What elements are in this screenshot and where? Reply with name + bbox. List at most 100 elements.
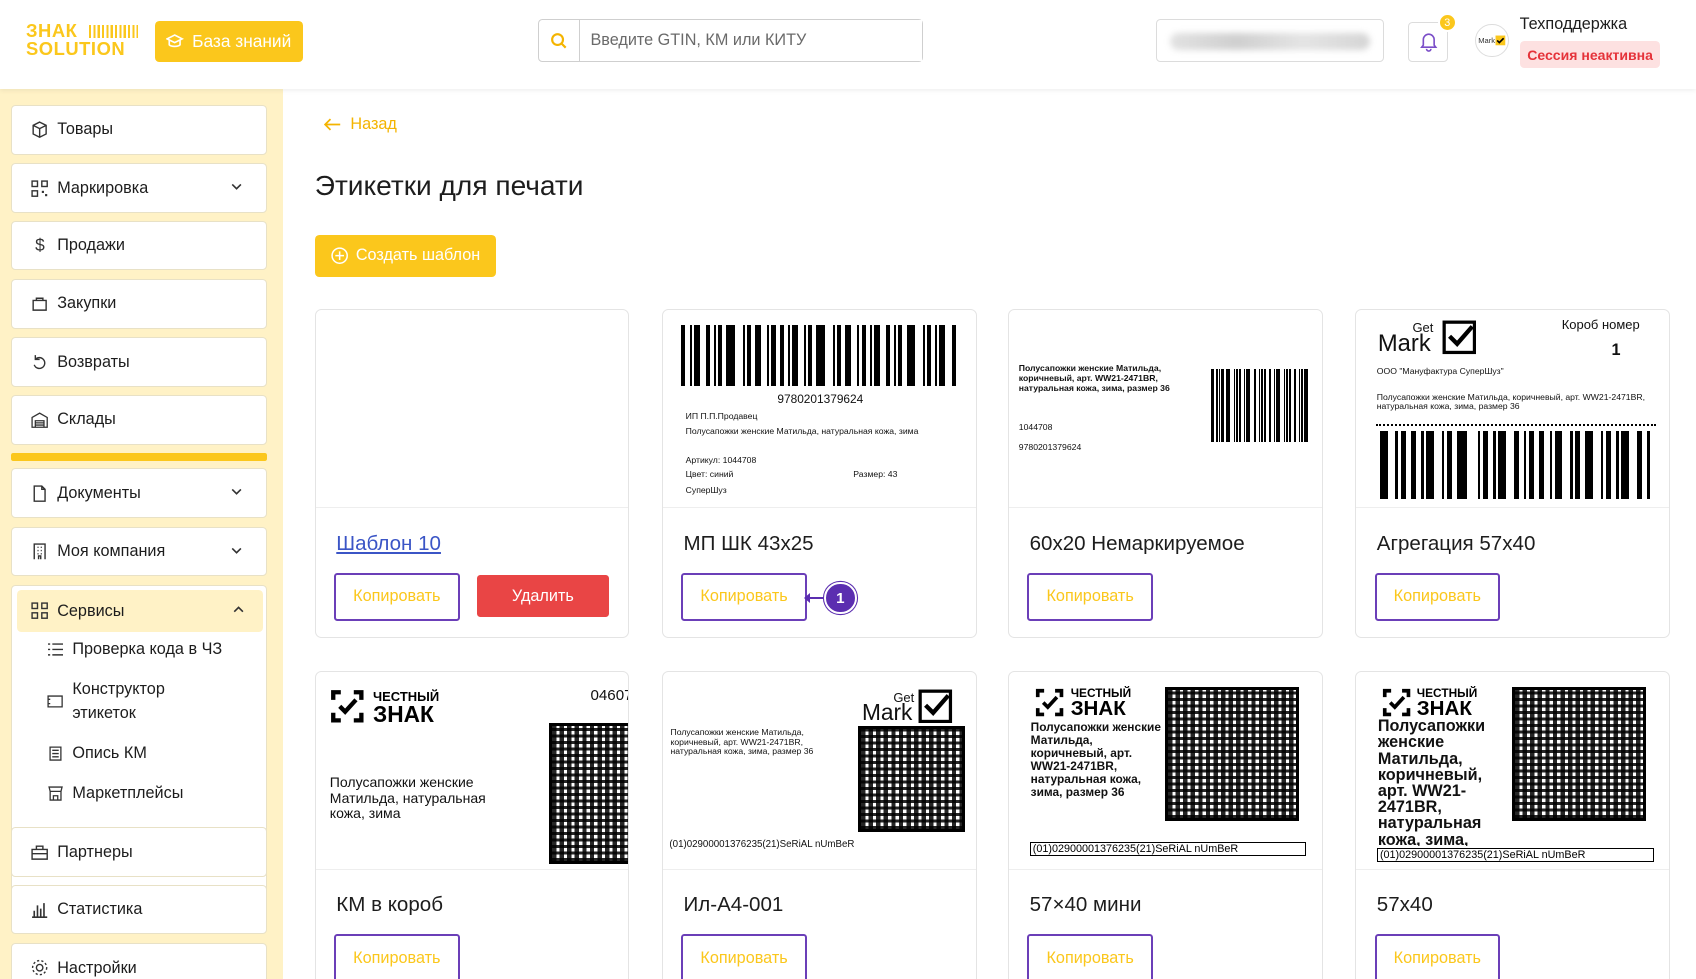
barcode-bar (1236, 368, 1238, 443)
step-marker: 1 (824, 581, 857, 615)
template-name: КМ в короб (336, 893, 443, 917)
template-preview[interactable]: ЧЕСТНЫЙ ЗНАК Полусапожки женские Матильд… (1009, 672, 1322, 870)
back-link[interactable]: Назад (324, 115, 397, 134)
blurred-organization-name (1170, 33, 1371, 50)
preview-product: Полусапожки женские Матильда, натуральна… (329, 774, 486, 821)
copy-button[interactable]: Копировать (334, 573, 460, 621)
template-card: ЧЕСТНЫЙ ЗНАК Полусапожки женские Матильд… (1355, 670, 1670, 979)
barcode-bar (1263, 368, 1267, 443)
barcode-bar (1226, 368, 1231, 443)
template-card: 9780201379624 ИП П.П.Продавец Полусапожк… (661, 309, 977, 639)
getmark-check-icon (918, 689, 953, 723)
search-icon[interactable] (539, 20, 580, 61)
barcode-bar (906, 325, 915, 387)
copy-button[interactable]: Копировать (334, 934, 460, 979)
template-name: 57x40 (1376, 893, 1433, 917)
barcode-bar (1441, 431, 1445, 499)
sidebar-item-partners[interactable]: Партнеры (10, 827, 268, 878)
template-preview[interactable]: ЧЕСТНЫЙ ЗНАК Полусапожки женские Матильд… (1356, 672, 1669, 870)
notifications-button[interactable]: 3 (1408, 12, 1457, 62)
chestny-znak-line2: ЗНАК (1416, 696, 1472, 720)
template-card: Полусапожки женские Матильда, коричневый… (1008, 309, 1323, 639)
barcode-bar (1243, 368, 1246, 443)
sidebar-item-sales[interactable]: $ Продажи (10, 220, 268, 271)
chevron-down-icon (232, 489, 242, 496)
copy-button[interactable]: Копировать (1374, 573, 1501, 621)
template-preview[interactable]: 9780201379624 ИП П.П.Продавец Полусапожк… (662, 310, 976, 509)
sidebar-subitem-code-check[interactable]: Проверка кода в ЧЗ (46, 638, 222, 662)
support-label[interactable]: Техподдержка (1520, 15, 1628, 34)
barcode-bar (1575, 431, 1581, 499)
knowledge-base-button[interactable]: База знаний (154, 20, 303, 62)
sidebar-item-my-company[interactable]: Моя компания (10, 526, 268, 577)
barcode-bar (1268, 368, 1272, 443)
notifications-badge: 3 (1437, 12, 1457, 33)
sidebar-item-statistics[interactable]: Статистика (10, 884, 268, 935)
barcode-bar (1293, 368, 1297, 443)
sidebar-subitem-label: Проверка кода в ЧЗ (72, 640, 223, 659)
barcode-bar (845, 325, 852, 387)
chestny-znak-logo-icon (1035, 688, 1064, 717)
chevron-up-icon (234, 606, 244, 613)
sidebar-item-label: Настройки (57, 958, 137, 977)
template-name-link[interactable]: Шаблон 10 (336, 532, 441, 556)
barcode-bar (1303, 368, 1308, 443)
box-number-label: Короб номер (1561, 316, 1640, 332)
sidebar-item-label: Закупки (57, 294, 117, 313)
barcode-bar (1523, 431, 1527, 499)
template-preview[interactable]: Get Mark Короб номер 1 ООО "Мануфактура … (1356, 310, 1669, 509)
barcode-bar (1426, 431, 1434, 499)
preview-product: Полусапожки женские Матильда, коричневый… (1376, 391, 1646, 412)
template-preview-empty[interactable] (315, 310, 629, 509)
datamatrix-code (1511, 686, 1647, 821)
barcode-bar (1554, 431, 1563, 499)
sidebar-item-documents[interactable]: Документы (10, 468, 268, 519)
sidebar-subitem-marketplaces[interactable]: Маркетплейсы (46, 782, 183, 806)
sidebar-subitem-label-constructor[interactable]: Конструктор этикеток (46, 678, 187, 726)
sidebar-item-purchases[interactable]: Закупки (10, 279, 268, 329)
create-template-button[interactable]: Создать шаблон (314, 234, 497, 277)
barcode-bar (1276, 368, 1281, 443)
preview-article: 1044708 (1018, 421, 1053, 432)
delete-button[interactable]: Удалить (476, 575, 609, 618)
barcode-bar (1493, 431, 1496, 499)
sidebar-item-products[interactable]: Товары (10, 104, 268, 155)
sidebar-item-settings[interactable]: Настройки (10, 943, 268, 979)
sidebar-item-label: Документы (57, 483, 141, 502)
store-icon (46, 782, 63, 806)
copy-button[interactable]: Копировать (1374, 934, 1501, 979)
copy-button[interactable]: Копировать (1027, 573, 1153, 621)
barcode-bar (693, 325, 700, 387)
barcode-bar (1498, 431, 1506, 499)
barcode-bar (1457, 431, 1468, 499)
barcode-bar (1238, 368, 1242, 443)
barcode-bar (808, 325, 813, 387)
barcode-bar (1621, 431, 1630, 499)
barcode-bar (1446, 431, 1452, 499)
template-preview[interactable]: ЧЕСТНЫЙ ЗНАК 04607 Полусапожки женские М… (315, 672, 629, 870)
organization-selector[interactable] (1156, 19, 1385, 62)
copy-button[interactable]: Копировать (1027, 934, 1153, 979)
znak-solution-logo[interactable]: ЗНАК SOLUTION (26, 21, 143, 61)
sidebar-subitem-km-inventory[interactable]: Опись КМ (46, 742, 147, 766)
barcode-bar (1211, 368, 1214, 443)
barcode-bar (1395, 431, 1398, 499)
copy-button[interactable]: Копировать (681, 934, 807, 979)
avatar[interactable]: Mark (1475, 23, 1509, 58)
preview-color: Цвет: синий (685, 469, 734, 480)
barcode-bar (869, 325, 872, 387)
avatar-text: Mark (1478, 36, 1496, 46)
sidebar-item-returns[interactable]: Возвраты (10, 337, 268, 388)
template-preview[interactable]: Get Mark Полусапожки женские Матильда, к… (662, 672, 976, 870)
chestny-znak-line2: ЗНАК (1070, 696, 1126, 720)
datamatrix-code (857, 725, 965, 832)
barcode-bar (1273, 368, 1276, 443)
sidebar-item-services[interactable]: Сервисы (17, 590, 263, 632)
sidebar-item-label: Склады (57, 410, 116, 429)
sidebar-item-marking[interactable]: Маркировка (10, 163, 268, 214)
search-input[interactable] (579, 20, 922, 61)
template-preview[interactable]: Полусапожки женские Матильда, коричневый… (1009, 310, 1322, 509)
sidebar-item-warehouses[interactable]: Склады (10, 394, 268, 445)
copy-button[interactable]: Копировать (681, 573, 807, 621)
barcode-bar (873, 325, 880, 387)
